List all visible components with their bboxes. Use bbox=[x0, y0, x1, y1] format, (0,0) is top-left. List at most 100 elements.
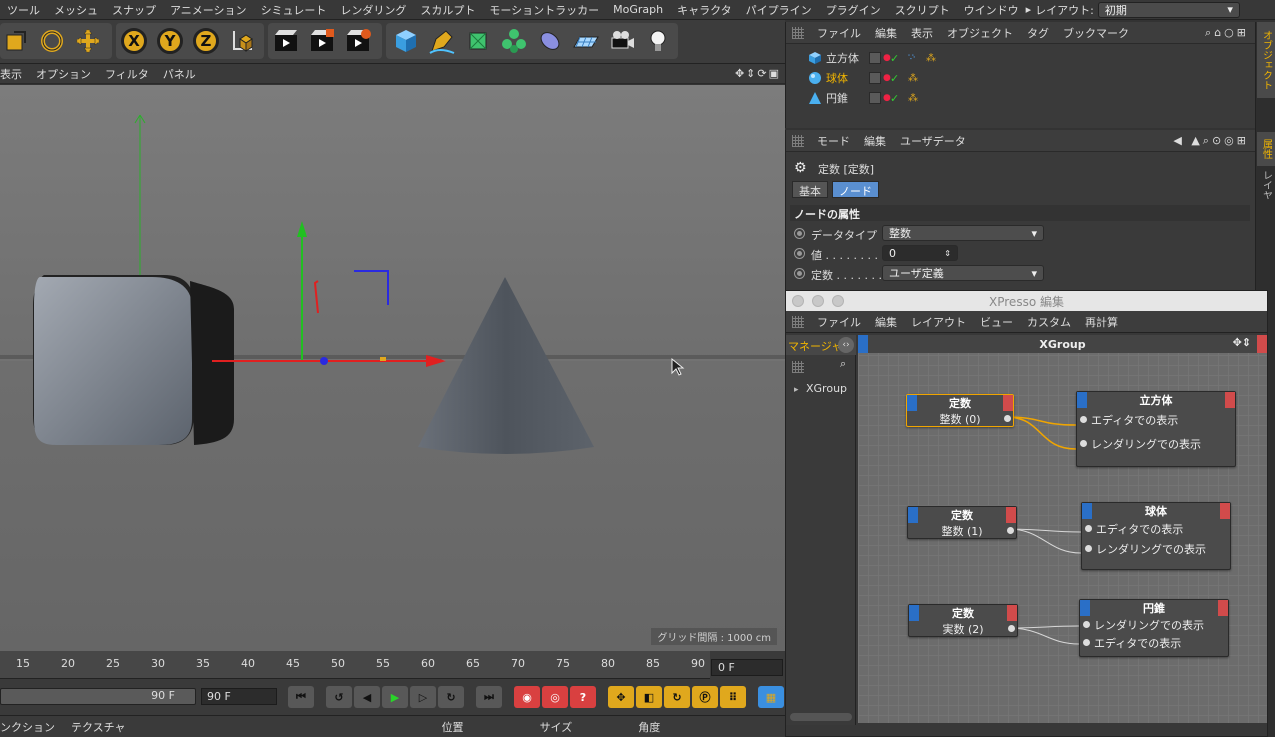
current-frame-field[interactable]: 0 F bbox=[711, 659, 783, 676]
menu-script[interactable]: スクリプト bbox=[888, 2, 957, 18]
menu-tool[interactable]: ツール bbox=[0, 2, 47, 18]
menu-window[interactable]: ウインドウ bbox=[957, 2, 1026, 18]
render-picture-viewer-button[interactable] bbox=[306, 25, 338, 57]
keyframe-selection-button[interactable]: ? bbox=[570, 686, 596, 708]
film-strip-icon[interactable]: ▦ bbox=[758, 686, 784, 708]
pen-tool-button[interactable] bbox=[426, 25, 458, 57]
side-tab-layers[interactable]: レイヤ bbox=[1257, 168, 1275, 202]
constant-node-1[interactable]: 定数 整数 (1) bbox=[907, 506, 1017, 539]
bottom-menu-texture[interactable]: テクスチャ bbox=[63, 719, 134, 735]
panel-grip-icon[interactable] bbox=[792, 134, 804, 147]
next-key-button[interactable]: ↻ bbox=[438, 686, 464, 708]
om-menu-tags[interactable]: タグ bbox=[1020, 25, 1056, 41]
constant-select[interactable]: ユーザ定義 ▾ bbox=[882, 265, 1044, 281]
light-button[interactable] bbox=[642, 25, 674, 57]
viewport-menu-panel[interactable]: パネル bbox=[156, 66, 203, 82]
menu-animation[interactable]: アニメーション bbox=[163, 2, 254, 18]
menu-mesh[interactable]: メッシュ bbox=[47, 2, 105, 18]
output-port[interactable] bbox=[1008, 625, 1015, 632]
viewport-menu-display[interactable]: 表示 bbox=[0, 66, 29, 82]
viewport-nav-icons[interactable]: ✥⇕⟳▣ bbox=[735, 67, 781, 80]
render-view-button[interactable] bbox=[270, 25, 302, 57]
window-zoom-button[interactable] bbox=[832, 295, 844, 307]
move-key-icon[interactable]: ✥ bbox=[608, 686, 634, 708]
scale-key-icon[interactable]: ◧ bbox=[636, 686, 662, 708]
layer-checkbox[interactable] bbox=[869, 92, 881, 104]
goto-end-button[interactable]: ⏭ bbox=[476, 686, 502, 708]
enabled-check-icon[interactable]: ✓ bbox=[890, 72, 899, 85]
panel-grip-icon[interactable] bbox=[792, 361, 804, 373]
tab-basic[interactable]: 基本 bbox=[792, 181, 828, 198]
xp-menu-recalculate[interactable]: 再計算 bbox=[1078, 314, 1125, 330]
move-tool-button[interactable] bbox=[72, 25, 104, 57]
constant-node-0[interactable]: 定数 整数 (0) bbox=[906, 394, 1014, 427]
param-key-icon[interactable]: Ⓟ bbox=[692, 686, 718, 708]
xpresso-node-canvas[interactable]: XGroup ✥⇕ 定数 整数 (0) 立方体 エディタでの表示 レンダリングで… bbox=[858, 335, 1267, 723]
prev-key-button[interactable]: ↺ bbox=[326, 686, 352, 708]
panel-grip-icon[interactable] bbox=[792, 315, 804, 328]
frame-range-slider[interactable]: 90 F bbox=[0, 688, 196, 705]
manager-scrollbar[interactable] bbox=[790, 713, 852, 721]
enabled-check-icon[interactable]: ✓ bbox=[890, 52, 899, 65]
layout-select[interactable]: 初期 ▾ bbox=[1097, 1, 1240, 18]
collapse-icon[interactable]: ‹› bbox=[838, 337, 854, 353]
menu-snap[interactable]: スナップ bbox=[105, 2, 163, 18]
viewport-menu-filter[interactable]: フィルタ bbox=[98, 66, 156, 82]
input-port[interactable] bbox=[1083, 639, 1090, 646]
render-settings-button[interactable] bbox=[342, 25, 374, 57]
om-menu-file[interactable]: ファイル bbox=[810, 25, 868, 41]
cone-node[interactable]: 円錐 レンダリングでの表示 エディタでの表示 bbox=[1079, 599, 1229, 657]
xpresso-tag-icon[interactable]: ∵· bbox=[908, 53, 916, 63]
rotate-key-icon[interactable]: ↻ bbox=[664, 686, 690, 708]
bottom-menu-function[interactable]: ンクション bbox=[0, 719, 63, 735]
cube-node[interactable]: 立方体 エディタでの表示 レンダリングでの表示 bbox=[1076, 391, 1236, 467]
layer-checkbox[interactable] bbox=[869, 52, 881, 64]
datatype-select[interactable]: 整数 ▾ bbox=[882, 225, 1044, 241]
input-port[interactable] bbox=[1085, 545, 1092, 552]
sphere-node[interactable]: 球体 エディタでの表示 レンダリングでの表示 bbox=[1081, 502, 1231, 570]
cube-object-button[interactable] bbox=[390, 25, 422, 57]
xp-menu-file[interactable]: ファイル bbox=[810, 314, 868, 330]
panel-grip-icon[interactable] bbox=[792, 26, 804, 39]
stepper-icon[interactable]: ⇕ bbox=[944, 249, 951, 258]
tab-node[interactable]: ノード bbox=[832, 181, 879, 198]
xpresso-titlebar[interactable]: XPresso 編集 bbox=[786, 291, 1267, 311]
input-port[interactable] bbox=[1080, 416, 1087, 423]
input-port[interactable] bbox=[1080, 440, 1087, 447]
attr-toolbar-icons[interactable]: ◀ ▲⌕⊙◎⊞ bbox=[1173, 134, 1249, 148]
om-menu-edit[interactable]: 編集 bbox=[868, 25, 904, 41]
layer-checkbox[interactable] bbox=[869, 72, 881, 84]
attr-menu-edit[interactable]: 編集 bbox=[857, 133, 893, 149]
axis-z-button[interactable]: Z bbox=[190, 25, 222, 57]
om-toolbar-icons[interactable]: ⌕⌂○⊞ bbox=[1205, 26, 1249, 40]
enabled-check-icon[interactable]: ✓ bbox=[890, 92, 899, 105]
object-row-cube[interactable]: 立方体 ● ✓ ∵· ⁂ bbox=[786, 48, 1255, 68]
subdivision-surface-button[interactable] bbox=[462, 25, 494, 57]
window-close-button[interactable] bbox=[792, 295, 804, 307]
xpresso-nodes-tag-icon[interactable]: ⁂ bbox=[908, 73, 918, 84]
deformer-button[interactable] bbox=[534, 25, 566, 57]
om-menu-view[interactable]: 表示 bbox=[904, 25, 940, 41]
constant-node-2[interactable]: 定数 実数 (2) bbox=[908, 604, 1018, 637]
input-port[interactable] bbox=[1083, 621, 1090, 628]
menu-render[interactable]: レンダリング bbox=[333, 2, 413, 18]
floor-button[interactable] bbox=[570, 25, 602, 57]
pla-key-icon[interactable]: ⠿ bbox=[720, 686, 746, 708]
object-row-sphere[interactable]: 球体 ● ✓ ⁂ bbox=[786, 68, 1255, 88]
xp-menu-layout[interactable]: レイアウト bbox=[904, 314, 973, 330]
timeline-ruler[interactable]: 15 20 25 30 35 40 45 50 55 60 65 70 75 8… bbox=[0, 651, 710, 679]
menu-sculpt[interactable]: スカルプト bbox=[413, 2, 482, 18]
attr-menu-mode[interactable]: モード bbox=[810, 133, 857, 149]
axis-y-button[interactable]: Y bbox=[154, 25, 186, 57]
autokey-button[interactable]: ◎ bbox=[542, 686, 568, 708]
tree-expand-icon[interactable]: ▸ bbox=[794, 385, 799, 395]
viewport-menu-options[interactable]: オプション bbox=[29, 66, 98, 82]
output-port[interactable] bbox=[1004, 415, 1011, 422]
next-frame-button[interactable]: ▷ bbox=[410, 686, 436, 708]
end-frame-field[interactable]: 90 F bbox=[201, 688, 277, 705]
side-tab-attributes[interactable]: 属性 bbox=[1257, 132, 1275, 166]
window-minimize-button[interactable] bbox=[812, 295, 824, 307]
attr-menu-userdata[interactable]: ユーザデータ bbox=[893, 133, 973, 149]
tree-item-xgroup[interactable]: XGroup bbox=[806, 382, 847, 395]
play-icon[interactable]: ▶ bbox=[382, 686, 408, 708]
